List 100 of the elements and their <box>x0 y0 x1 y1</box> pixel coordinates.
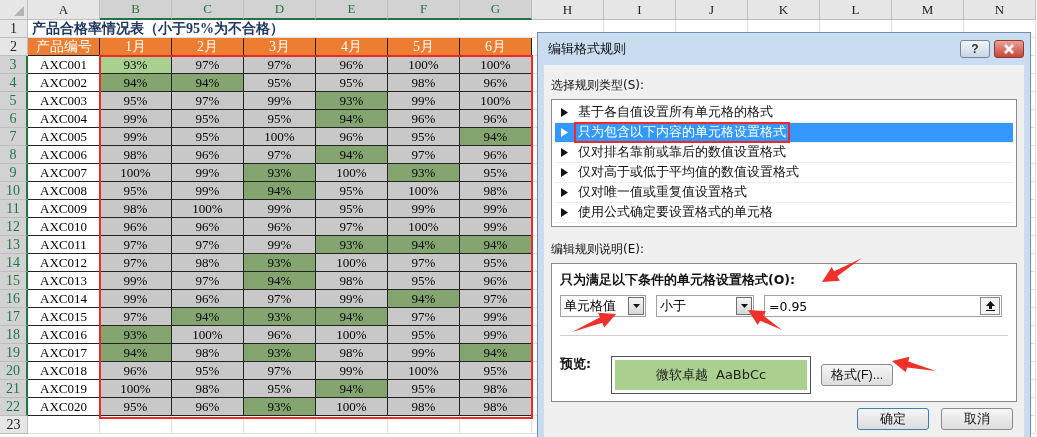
table-cell: 99% <box>244 236 316 254</box>
row-header[interactable]: 21 <box>0 380 28 398</box>
row-header[interactable]: 13 <box>0 236 28 254</box>
table-cell: 97% <box>100 308 172 326</box>
row-header[interactable]: 18 <box>0 326 28 344</box>
row-header[interactable]: 23 <box>0 416 28 434</box>
column-header[interactable]: E <box>316 0 388 20</box>
column-header[interactable]: J <box>676 0 748 20</box>
row-header[interactable]: 14 <box>0 254 28 272</box>
table-cell: 98% <box>316 272 388 290</box>
table-cell: 97% <box>172 92 244 110</box>
table-cell: 93% <box>388 164 460 182</box>
table-cell: 97% <box>100 236 172 254</box>
table-cell: 100% <box>388 218 460 236</box>
table-cell: 95% <box>244 380 316 398</box>
table-cell: 94% <box>388 290 460 308</box>
column-header[interactable]: C <box>172 0 244 20</box>
rule-type-item[interactable]: 只为包含以下内容的单元格设置格式 <box>555 123 1013 143</box>
condition-label: 只为满足以下条件的单元格设置格式(O): <box>560 272 796 289</box>
help-button[interactable]: ? <box>960 40 990 58</box>
column-header[interactable]: N <box>964 0 1036 20</box>
table-cell: 94% <box>172 74 244 92</box>
table-cell: 95% <box>172 128 244 146</box>
field-dropdown[interactable]: 单元格值 <box>560 295 646 317</box>
annotation-arrow <box>572 312 616 332</box>
table-cell: 95% <box>172 110 244 128</box>
row-header[interactable]: 17 <box>0 308 28 326</box>
triangle-icon <box>561 148 568 157</box>
table-cell: 95% <box>460 362 532 380</box>
table-cell: 96% <box>172 290 244 308</box>
table-cell: 99% <box>244 200 316 218</box>
column-header[interactable]: F <box>388 0 460 20</box>
table-cell: 96% <box>460 272 532 290</box>
table-cell: 94% <box>388 236 460 254</box>
row-header[interactable]: 11 <box>0 200 28 218</box>
column-header[interactable]: M <box>892 0 964 20</box>
row-header[interactable]: 8 <box>0 146 28 164</box>
operator-dropdown[interactable]: 小于 <box>656 295 754 317</box>
ok-button[interactable]: 确定 <box>857 408 929 430</box>
caret-icon <box>740 304 748 308</box>
format-button[interactable]: 格式(F)... <box>821 364 893 386</box>
table-cell: 99% <box>316 290 388 308</box>
cancel-button[interactable]: 取消 <box>941 408 1013 430</box>
table-cell: 99% <box>460 326 532 344</box>
column-header[interactable]: D <box>244 0 316 20</box>
table-cell: 95% <box>100 92 172 110</box>
row-header[interactable]: 3 <box>0 56 28 74</box>
table-header-cell: 产品编号 <box>28 38 100 56</box>
triangle-icon <box>561 108 568 117</box>
rule-type-item[interactable]: 仅对排名靠前或靠后的数值设置格式 <box>555 143 1013 163</box>
column-header[interactable]: G <box>460 0 532 20</box>
collapse-button[interactable] <box>980 297 1000 315</box>
row-header[interactable]: 19 <box>0 344 28 362</box>
row-header[interactable]: 2 <box>0 38 28 56</box>
table-cell: 95% <box>388 380 460 398</box>
table-cell: 96% <box>316 128 388 146</box>
row-header[interactable]: 10 <box>0 182 28 200</box>
row-header[interactable]: 1 <box>0 20 28 38</box>
row-header[interactable]: 22 <box>0 398 28 416</box>
column-header[interactable]: A <box>28 0 100 20</box>
table-cell: 94% <box>244 182 316 200</box>
row-header[interactable]: 16 <box>0 290 28 308</box>
column-header[interactable]: K <box>748 0 820 20</box>
row-header[interactable]: 15 <box>0 272 28 290</box>
rule-type-item[interactable]: 仅对高于或低于平均值的数值设置格式 <box>555 163 1013 183</box>
row-header[interactable]: 6 <box>0 110 28 128</box>
table-cell: 99% <box>100 110 172 128</box>
window-title: 编辑格式规则 <box>547 40 626 58</box>
column-header[interactable]: B <box>100 0 172 20</box>
table-cell: 94% <box>460 344 532 362</box>
column-header[interactable]: H <box>532 0 604 20</box>
table-cell: 98% <box>100 146 172 164</box>
table-cell: 95% <box>316 182 388 200</box>
column-header[interactable]: L <box>820 0 892 20</box>
row-header[interactable]: 12 <box>0 218 28 236</box>
close-button[interactable] <box>994 40 1024 58</box>
table-cell: 94% <box>172 308 244 326</box>
table-cell: 98% <box>460 398 532 416</box>
rule-type-item[interactable]: 使用公式确定要设置格式的单元格 <box>555 203 1013 223</box>
section-label: 编辑规则说明(E): <box>551 241 645 258</box>
row-header[interactable]: 20 <box>0 362 28 380</box>
table-cell: 97% <box>316 218 388 236</box>
row-header[interactable]: 7 <box>0 128 28 146</box>
table-cell: 97% <box>172 272 244 290</box>
table-cell: 96% <box>460 110 532 128</box>
column-header[interactable]: I <box>604 0 676 20</box>
table-cell: 100% <box>172 326 244 344</box>
rule-type-item[interactable]: 仅对唯一值或重复值设置格式 <box>555 183 1013 203</box>
row-header[interactable]: 4 <box>0 74 28 92</box>
row-header[interactable]: 9 <box>0 164 28 182</box>
table-cell: 93% <box>244 344 316 362</box>
table-cell: 96% <box>244 326 316 344</box>
table-cell: 99% <box>460 218 532 236</box>
row-header[interactable]: 5 <box>0 92 28 110</box>
table-cell: 94% <box>460 128 532 146</box>
table-cell: 96% <box>100 362 172 380</box>
table-cell: 100% <box>316 164 388 182</box>
table-cell: 97% <box>100 254 172 272</box>
value-field[interactable]: =0.95 <box>764 295 1002 317</box>
table-cell: 99% <box>388 200 460 218</box>
